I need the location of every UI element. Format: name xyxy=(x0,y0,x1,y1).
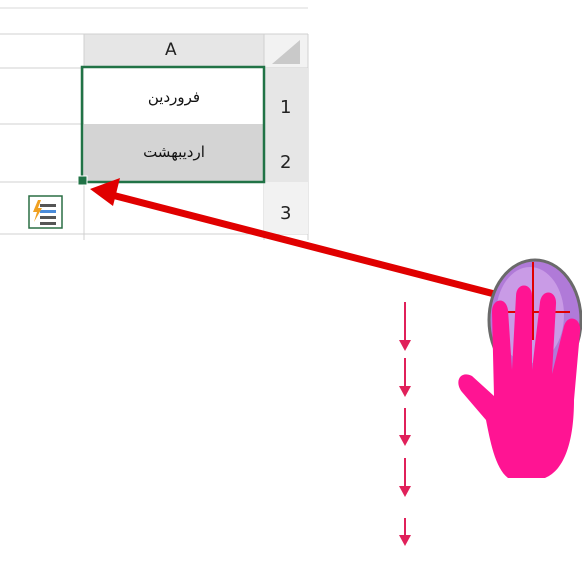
annotation-overlay xyxy=(90,178,582,546)
down-arrow-icon xyxy=(399,302,411,546)
drag-arrow xyxy=(90,178,514,302)
